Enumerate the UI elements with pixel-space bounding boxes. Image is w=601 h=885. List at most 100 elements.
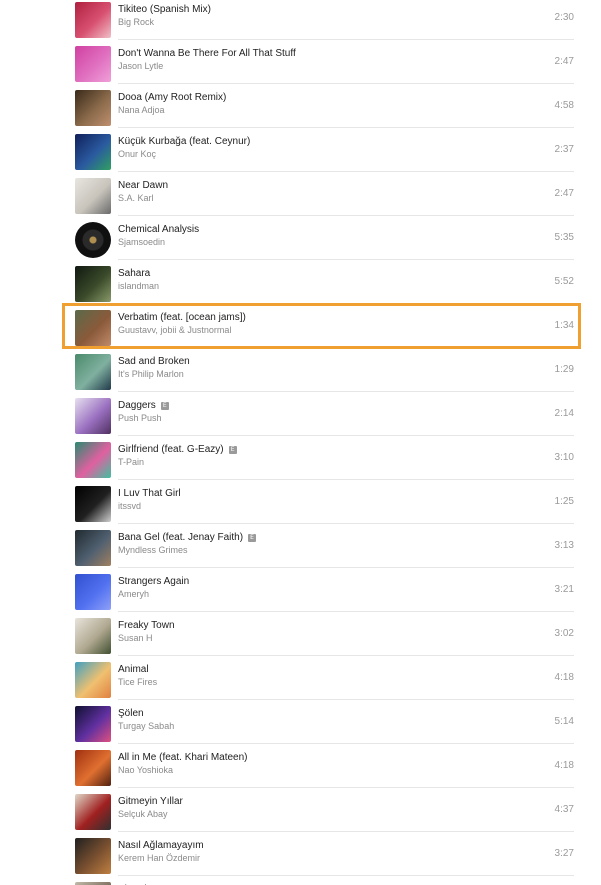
track-row[interactable]: Freaky Town Susan H 3:02: [0, 612, 601, 656]
track-duration: 2:14: [554, 408, 574, 419]
track-artist[interactable]: S.A. Karl: [118, 192, 511, 205]
track-row[interactable]: Şölen Turgay Sabah 5:14: [0, 700, 601, 744]
track-artist[interactable]: Guustavv, jobii & Justnormal: [118, 324, 490, 337]
track-row[interactable]: I Luv That Girl itssvd 1:25: [0, 480, 601, 524]
track-artist[interactable]: Jason Lytle: [118, 60, 511, 73]
track-text: Dooa (Amy Root Remix) Nana Adjoa: [118, 91, 511, 117]
track-title: Tikiteo (Spanish Mix): [118, 3, 511, 16]
track-text: Animal Tice Fires: [118, 663, 511, 689]
album-artwork[interactable]: [75, 354, 111, 390]
track-artist[interactable]: islandman: [118, 280, 511, 293]
track-artist[interactable]: Selçuk Abay: [118, 808, 511, 821]
track-duration: 2:30: [554, 12, 574, 23]
track-row[interactable]: Chemical Analysis Sjamsoedin 5:35: [0, 216, 601, 260]
track-text: Küçük Kurbağa (feat. Ceynur) Onur Koç: [118, 135, 511, 161]
track-title: Chemical Analysis: [118, 223, 511, 236]
album-artwork[interactable]: [75, 442, 111, 478]
track-row[interactable]: Bana Gel (feat. Jenay Faith) E Myndless G…: [0, 524, 601, 568]
track-text: Tikiteo (Spanish Mix) Big Rock: [118, 3, 511, 29]
album-artwork[interactable]: [75, 46, 111, 82]
track-title-text: Gitmeyin Yıllar: [118, 796, 183, 807]
track-title: Strangers Again: [118, 575, 511, 588]
track-title-text: Tikiteo (Spanish Mix): [118, 4, 211, 15]
track-row[interactable]: Near Dawn S.A. Karl 2:47: [0, 172, 601, 216]
track-duration: 4:18: [554, 760, 574, 771]
album-artwork[interactable]: [75, 486, 111, 522]
track-title: Don't Wanna Be There For All That Stuff: [118, 47, 511, 60]
track-row[interactable]: All in Me (feat. Khari Mateen) Nao Yoshi…: [0, 744, 601, 788]
track-duration: 3:27: [554, 848, 574, 859]
album-artwork[interactable]: [75, 662, 111, 698]
track-title: Nasıl Ağlamayayım: [118, 839, 511, 852]
track-row[interactable]: Nasıl Ağlamayayım Kerem Han Özdemir 3:27: [0, 832, 601, 876]
track-artist[interactable]: Big Rock: [118, 16, 511, 29]
track-row[interactable]: Dooa (Amy Root Remix) Nana Adjoa 4:58: [0, 84, 601, 128]
track-row[interactable]: Strangers Again Ameryh 3:21: [0, 568, 601, 612]
album-artwork[interactable]: [75, 794, 111, 830]
track-artist[interactable]: Nao Yoshioka: [118, 764, 511, 777]
track-artist[interactable]: It's Philip Marlon: [118, 368, 511, 381]
track-title: Animal: [118, 663, 511, 676]
track-title-text: Şölen: [118, 708, 144, 719]
track-row[interactable]: Sad and Broken It's Philip Marlon 1:29: [0, 348, 601, 392]
track-duration: 5:14: [554, 716, 574, 727]
track-artist[interactable]: Onur Koç: [118, 148, 511, 161]
track-artist[interactable]: Susan H: [118, 632, 511, 645]
album-artwork[interactable]: [75, 574, 111, 610]
track-row[interactable]: Don't Wanna Be There For All That Stuff …: [0, 40, 601, 84]
track-title: Sad and Broken: [118, 355, 511, 368]
track-artist[interactable]: Turgay Sabah: [118, 720, 511, 733]
track-duration: 2:47: [554, 56, 574, 67]
album-artwork[interactable]: [75, 530, 111, 566]
track-artist[interactable]: Myndless Grimes: [118, 544, 511, 557]
track-text: Chemical Analysis Sjamsoedin: [118, 223, 511, 249]
track-text: Nasıl Ağlamayayım Kerem Han Özdemir: [118, 839, 511, 865]
track-title-text: Don't Wanna Be There For All That Stuff: [118, 48, 296, 59]
track-artist[interactable]: Kerem Han Özdemir: [118, 852, 511, 865]
track-row[interactable]: Küçük Kurbağa (feat. Ceynur) Onur Koç 2:…: [0, 128, 601, 172]
track-title-text: Küçük Kurbağa (feat. Ceynur): [118, 136, 251, 147]
track-artist[interactable]: itssvd: [118, 500, 511, 513]
track-text: All in Me (feat. Khari Mateen) Nao Yoshi…: [118, 751, 511, 777]
track-duration: 1:25: [554, 496, 574, 507]
album-artwork[interactable]: [75, 838, 111, 874]
track-text: Gitmeyin Yıllar Selçuk Abay: [118, 795, 511, 821]
track-title-text: Sahara: [118, 268, 151, 279]
album-artwork[interactable]: [75, 222, 111, 258]
explicit-badge-icon: E: [228, 446, 237, 454]
track-row[interactable]: Sahara islandman 5:52: [0, 260, 601, 304]
track-text: Daggers E Push Push: [118, 399, 511, 425]
track-title: Dooa (Amy Root Remix): [118, 91, 511, 104]
album-artwork[interactable]: [75, 90, 111, 126]
track-title-text: Chemical Analysis: [118, 224, 200, 235]
album-artwork[interactable]: [75, 750, 111, 786]
track-artist[interactable]: Ameryh: [118, 588, 511, 601]
album-artwork[interactable]: [75, 178, 111, 214]
track-text: Strangers Again Ameryh: [118, 575, 511, 601]
album-artwork[interactable]: [75, 398, 111, 434]
track-title: Sahara: [118, 267, 511, 280]
track-artist[interactable]: Tice Fires: [118, 676, 511, 689]
track-row[interactable]: Daggers E Push Push 2:14: [0, 392, 601, 436]
album-artwork[interactable]: [75, 2, 111, 38]
track-artist[interactable]: T-Pain: [118, 456, 511, 469]
track-row[interactable]: Animal Tice Fires 4:18: [0, 656, 601, 700]
track-row[interactable]: Tikiteo (Spanish Mix) Big Rock 2:30: [0, 0, 601, 40]
track-row[interactable]: Girlfriend (feat. G-Eazy) E T-Pain 3:10: [0, 436, 601, 480]
track-row-selected[interactable]: Verbatim (feat. [ocean jams]) Guustavv, …: [62, 303, 581, 349]
track-title: Near Dawn: [118, 179, 511, 192]
album-artwork[interactable]: [75, 310, 111, 346]
track-text: Sad and Broken It's Philip Marlon: [118, 355, 511, 381]
track-artist[interactable]: Push Push: [118, 412, 511, 425]
album-artwork[interactable]: [75, 706, 111, 742]
track-artist[interactable]: Sjamsoedin: [118, 236, 511, 249]
track-duration: 4:58: [554, 100, 574, 111]
track-duration: 1:34: [554, 320, 574, 331]
album-artwork[interactable]: [75, 618, 111, 654]
album-artwork[interactable]: [75, 266, 111, 302]
track-row[interactable]: Gitmeyin Yıllar Selçuk Abay 4:37: [0, 788, 601, 832]
album-artwork[interactable]: [75, 134, 111, 170]
track-row[interactable]: Bi' Daha: [0, 876, 601, 885]
track-title: All in Me (feat. Khari Mateen): [118, 751, 511, 764]
track-artist[interactable]: Nana Adjoa: [118, 104, 511, 117]
